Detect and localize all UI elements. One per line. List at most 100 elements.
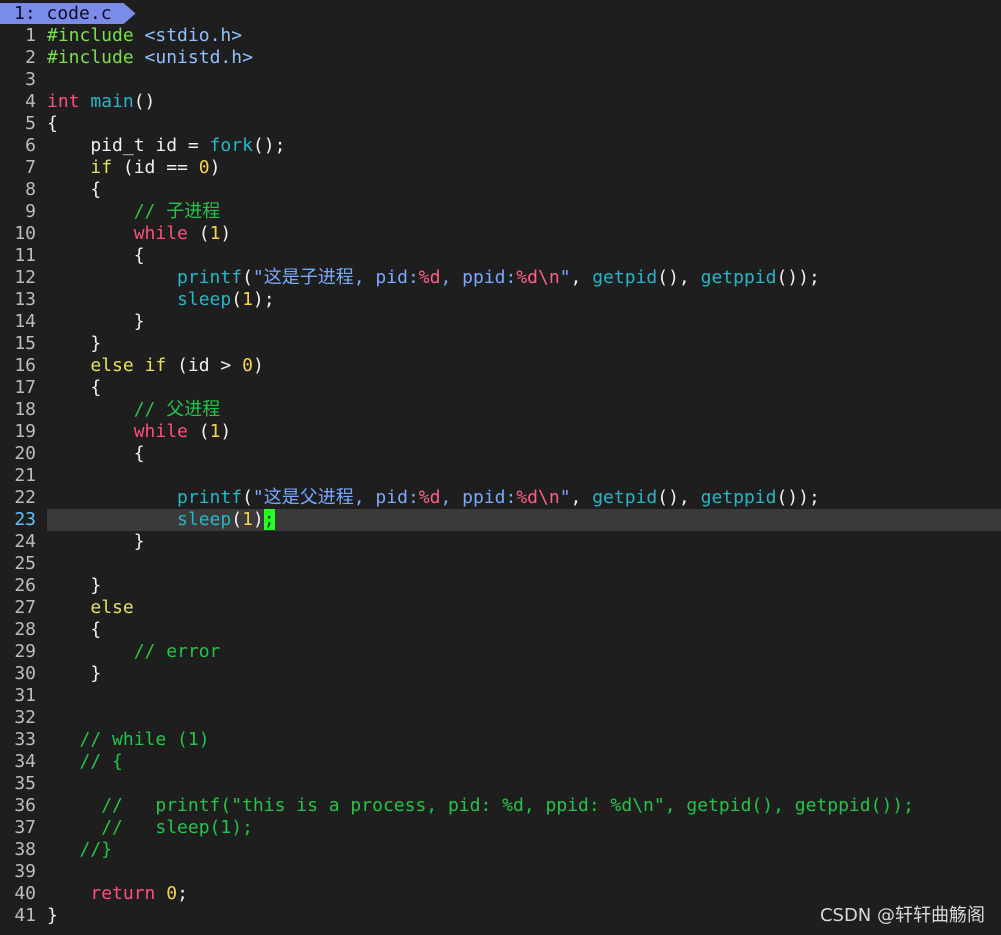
line-code[interactable]: return 0; [47,883,188,905]
code-line[interactable]: 19 while (1) [0,421,1001,443]
code-line[interactable]: 21 [0,465,1001,487]
line-code[interactable]: while (1) [47,421,232,443]
code-line[interactable]: 33 // while (1) [0,729,1001,751]
code-line[interactable]: 16 else if (id > 0) [0,355,1001,377]
code-line[interactable]: 10 while (1) [0,223,1001,245]
code-token: { [47,245,145,266]
code-line[interactable]: 27 else [0,597,1001,619]
code-token: { [47,179,102,200]
line-number: 36 [14,795,36,816]
code-line[interactable]: 34 // { [0,751,1001,773]
line-code[interactable]: pid_t id = fork(); [47,135,285,157]
code-token: , [570,487,593,508]
line-code[interactable]: } [47,905,58,927]
code-line[interactable]: 32 [0,707,1001,729]
code-token: (id == [112,157,199,178]
line-code[interactable]: // error [47,641,221,663]
code-line[interactable]: 3 [0,69,1001,91]
line-number: 2 [25,47,36,68]
line-code[interactable]: int main() [47,91,155,113]
line-code[interactable]: { [47,245,145,267]
code-line[interactable]: 13 sleep(1); [0,289,1001,311]
line-number: 16 [14,355,36,376]
line-code[interactable]: else [47,597,133,619]
code-line[interactable]: 1 #include <stdio.h> [0,25,1001,47]
code-line[interactable]: 25 [0,553,1001,575]
line-code[interactable]: } [47,311,145,333]
code-line[interactable]: 12 printf("这是子进程, pid:%d, ppid:%d\n", ge… [0,267,1001,289]
line-code[interactable]: // sleep(1); [47,817,253,839]
line-code[interactable]: else if (id > 0) [47,355,263,377]
line-code[interactable]: } [47,531,145,553]
code-token: " [559,487,571,508]
line-number: 38 [14,839,36,860]
code-token: <stdio.h> [144,25,243,46]
code-line[interactable]: 7 if (id == 0) [0,157,1001,179]
line-number: 22 [14,487,36,508]
code-line[interactable]: 15 } [0,333,1001,355]
code-line[interactable]: 26 } [0,575,1001,597]
line-code[interactable]: printf("这是父进程, pid:%d, ppid:%d\n", getpi… [47,487,820,509]
line-code[interactable]: } [47,333,101,355]
line-number: 19 [14,421,36,442]
code-editor[interactable]: 1 #include <stdio.h> 2 #include <unistd.h> 3… [0,25,1001,927]
code-line[interactable]: 9 // 子进程 [0,201,1001,223]
code-line[interactable]: 2 #include <unistd.h> [0,47,1001,69]
code-line[interactable]: 39 [0,861,1001,883]
code-token: int [47,91,80,112]
code-line[interactable]: 31 [0,685,1001,707]
code-line[interactable]: 28 { [0,619,1001,641]
line-code[interactable]: { [47,113,58,135]
code-line[interactable]: 6 pid_t id = fork(); [0,135,1001,157]
code-token: () [133,91,156,112]
code-line[interactable]: 17 { [0,377,1001,399]
code-line[interactable]: 35 [0,773,1001,795]
code-line[interactable]: 29 // error [0,641,1001,663]
code-token: { [47,113,58,134]
code-line[interactable]: 5{ [0,113,1001,135]
line-code[interactable]: { [47,443,145,465]
code-line[interactable]: 30 } [0,663,1001,685]
line-code[interactable]: // { [47,751,123,773]
code-token: sleep [177,509,232,530]
code-line[interactable]: 24 } [0,531,1001,553]
line-code[interactable]: // 子进程 [47,201,221,223]
line-code[interactable]: while (1) [47,223,232,245]
code-line[interactable]: 11 { [0,245,1001,267]
line-code[interactable]: // while (1) [47,729,210,751]
code-line[interactable]: 4 int main() [0,91,1001,113]
line-code[interactable]: } [47,575,101,597]
code-token: 1 [242,509,253,530]
line-code[interactable]: sleep(1); [47,509,275,531]
line-number: 15 [14,333,36,354]
code-line[interactable]: 23 sleep(1); [0,509,1001,531]
code-line[interactable]: 38 //} [0,839,1001,861]
line-code[interactable]: { [47,377,101,399]
line-code[interactable]: { [47,179,101,201]
line-code[interactable]: sleep(1); [47,289,275,311]
line-code[interactable]: printf("这是子进程, pid:%d, ppid:%d\n", getpi… [47,267,820,289]
tab-code-c[interactable]: 1: code.c [0,3,136,24]
line-number: 24 [14,531,36,552]
code-line[interactable]: 14 } [0,311,1001,333]
code-line[interactable]: 8 { [0,179,1001,201]
line-code[interactable]: } [47,663,101,685]
code-line[interactable]: 18 // 父进程 [0,399,1001,421]
line-code[interactable]: if (id == 0) [47,157,220,179]
code-token: ); [252,289,275,310]
line-code[interactable]: #include <unistd.h> [47,47,253,69]
code-token: // while (1) [79,729,210,750]
code-line[interactable]: 20 { [0,443,1001,465]
code-line[interactable]: 36 // printf("this is a process, pid: %d… [0,795,1001,817]
line-code[interactable]: { [47,619,101,641]
code-line[interactable]: 22 printf("这是父进程, pid:%d, ppid:%d\n", ge… [0,487,1001,509]
line-code[interactable]: //} [47,839,113,861]
line-code[interactable]: // printf("this is a process, pid: %d, p… [47,795,914,817]
line-code[interactable]: #include <stdio.h> [47,25,242,47]
code-line[interactable]: 37 // sleep(1); [0,817,1001,839]
code-token: ) [252,509,264,530]
line-code[interactable]: // 父进程 [47,399,221,421]
